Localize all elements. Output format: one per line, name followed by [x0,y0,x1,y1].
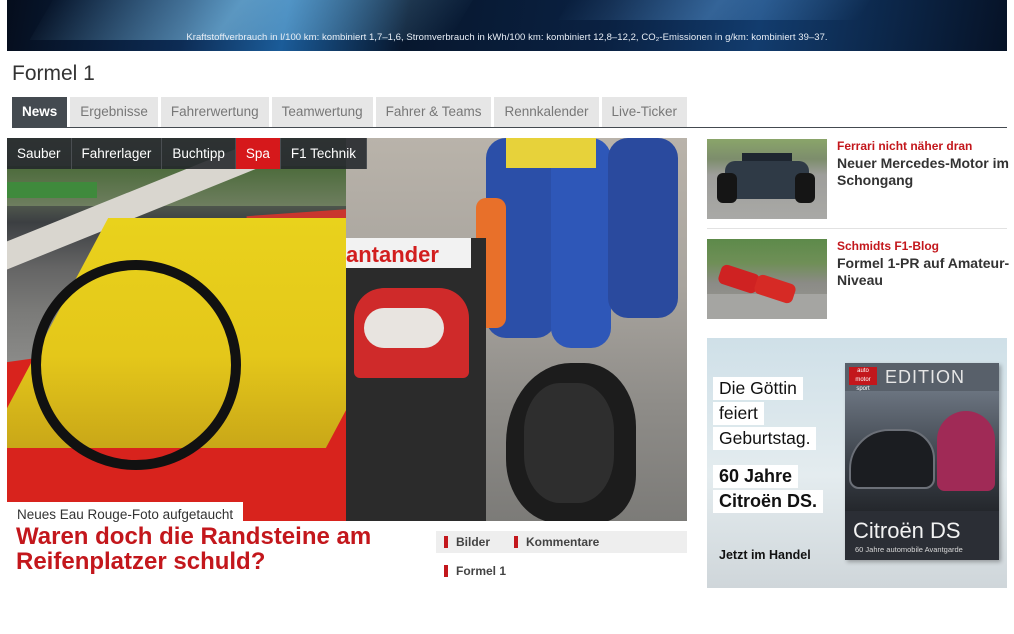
photo-highlight-circle [31,260,241,470]
tab-fahrerwertung[interactable]: Fahrerwertung [160,97,269,127]
article-thumbnail[interactable] [707,139,827,219]
category-link[interactable]: Formel 1 [444,564,506,578]
cover-title: Citroën DS [853,518,961,543]
photo-grass [7,182,97,198]
ad-text-line: Geburtstag. [713,427,817,450]
hero-headline[interactable]: Waren doch die Randsteine am Reifenplatz… [16,524,436,574]
tab-fahrer-teams[interactable]: Fahrer & Teams [375,97,492,127]
article-title[interactable]: Formel 1-PR auf Amateur-Niveau [837,255,1012,288]
section-tabs: News Ergebnisse Fahrerwertung Teamwertun… [12,97,690,127]
hero-image-car-photo: antander [346,138,687,521]
hero-tag-spa[interactable]: Spa [235,138,281,169]
article-thumbnail[interactable] [707,239,827,319]
photo-car-sponsor-logo: antander [346,242,439,267]
article-kicker[interactable]: Ferrari nicht näher dran [837,139,972,153]
ad-cta-text[interactable]: Jetzt im Handel [719,548,811,562]
thumb-car-wing [742,153,792,161]
sidebar-article[interactable]: Schmidts F1-Blog Formel 1-PR auf Amateur… [707,239,1009,319]
tab-teamwertung[interactable]: Teamwertung [271,97,373,127]
page-title: Formel 1 [12,62,95,85]
cover-logo: auto motor sport [849,367,877,392]
consumption-banner[interactable]: Kraftstoffverbrauch in l/100 km: kombini… [7,0,1007,51]
hero-tag-fahrerlager[interactable]: Fahrerlager [71,138,163,169]
photo-crew-member [551,138,611,348]
photo-tyre-rubber [524,383,614,503]
hero-image-curb-photo [7,138,346,521]
hero-tag-f1-technik[interactable]: F1 Technik [280,138,367,169]
cover-car-black [849,429,935,489]
tab-news[interactable]: News [12,97,68,127]
sidebar-divider [707,228,1007,229]
cover-car-purple [937,411,995,491]
kommentare-link[interactable]: Kommentare [514,535,599,549]
photo-crew-vest [506,138,596,168]
citroen-ds-advertisement[interactable]: Die Göttin feiert Geburtstag. 60 Jahre C… [707,338,1007,588]
article-title[interactable]: Neuer Mercedes-Motor im Schongang [837,155,1012,188]
bilder-link[interactable]: Bilder [444,535,490,549]
hero-tag-sauber[interactable]: Sauber [7,138,72,169]
hero-tag-bar: Sauber Fahrerlager Buchtipp Spa F1 Techn… [7,138,367,169]
cover-subtitle: 60 Jahre automobile Avantgarde [855,545,963,554]
banner-light-streak-2 [558,0,876,20]
tab-live-ticker[interactable]: Live-Ticker [601,97,688,127]
photo-car-detail [364,308,444,348]
photo-car-rear [346,238,486,521]
cover-edition-label: EDITION [885,367,966,387]
sidebar-article[interactable]: Ferrari nicht näher dran Neuer Mercedes-… [707,139,1009,219]
tabs-underline [12,127,1007,128]
hero-image[interactable]: antander [7,138,687,521]
ad-text-line: Die Göttin [713,377,803,400]
hero-kicker[interactable]: Neues Eau Rouge-Foto aufgetaucht [7,502,244,524]
thumb-car-wheel [795,173,815,203]
ad-text-line: Citroën DS. [713,490,824,513]
photo-crew-member [608,138,678,318]
thumb-road [707,294,827,319]
banner-consumption-text: Kraftstoffverbrauch in l/100 km: kombini… [186,32,828,43]
hero-tag-buchtipp[interactable]: Buchtipp [162,138,236,169]
article-kicker[interactable]: Schmidts F1-Blog [837,239,939,253]
tab-rennkalender[interactable]: Rennkalender [494,97,599,127]
tab-ergebnisse[interactable]: Ergebnisse [70,97,158,127]
ad-magazine-cover: auto motor sport EDITION Citroën DS 60 J… [845,363,999,560]
ad-text-line: feiert [713,402,764,425]
thumb-car-wheel [717,173,737,203]
ad-text-line: 60 Jahre [713,465,799,488]
